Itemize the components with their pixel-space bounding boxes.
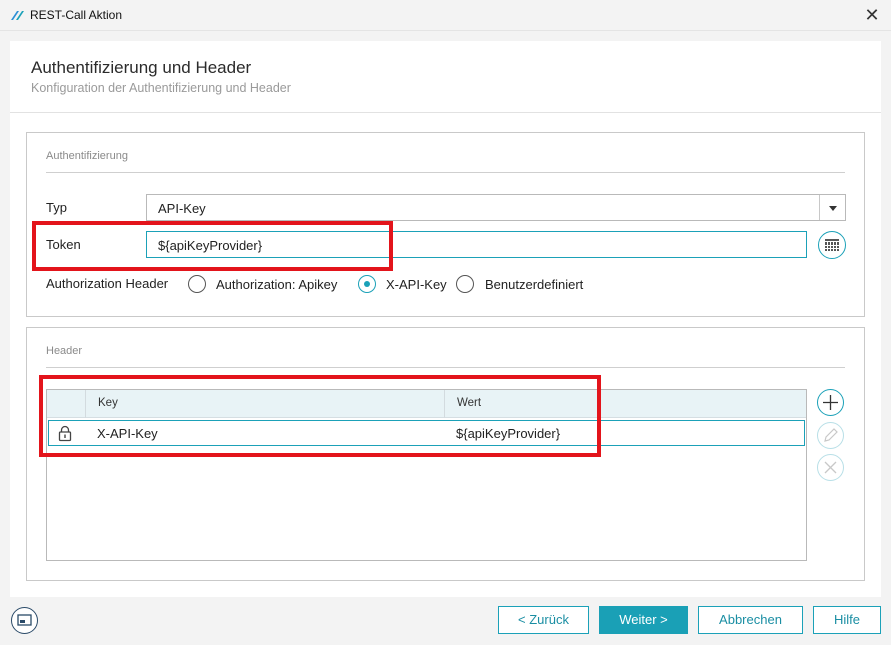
window-title: REST-Call Aktion [30, 8, 123, 22]
table-header: Key Wert [47, 390, 806, 418]
section-divider [46, 367, 845, 368]
type-select-value: API-Key [158, 201, 206, 216]
radio-authorization-apikey-label: Authorization: Apikey [216, 277, 338, 292]
next-button[interactable]: Weiter > [599, 606, 688, 634]
provider-picker-button[interactable] [818, 231, 846, 259]
close-icon[interactable]: ✕ [858, 4, 886, 26]
radio-benutzerdefiniert-label: Benutzerdefiniert [485, 277, 584, 292]
lock-icon [58, 425, 72, 442]
back-button[interactable]: < Zurück [498, 606, 589, 634]
title-bar: REST-Call Aktion ✕ [0, 0, 891, 31]
column-divider [85, 390, 86, 418]
column-header-wert[interactable]: Wert [457, 397, 481, 409]
page-title: Authentifizierung und Header [31, 58, 252, 77]
authentication-group: Authentifizierung Typ API-Key Token ${ap… [26, 132, 865, 317]
chevron-down-icon[interactable] [819, 195, 845, 220]
wizard-header: Authentifizierung und Header Konfigurati… [10, 41, 881, 113]
header-section-title: Header [46, 345, 83, 357]
window-icon [17, 614, 32, 626]
radio-x-api-key[interactable] [358, 275, 376, 293]
provider-grid-icon [825, 239, 839, 251]
token-input[interactable]: ${apiKeyProvider} [146, 231, 807, 258]
header-group: Header Key Wert X-API-Key ${apiKeyProvid… [26, 327, 865, 581]
type-label: Typ [46, 200, 67, 215]
wizard-content: Authentifizierung Typ API-Key Token ${ap… [10, 113, 881, 597]
row-key: X-API-Key [97, 426, 158, 441]
authentication-section-title: Authentifizierung [46, 150, 128, 162]
add-header-button[interactable] [817, 389, 844, 416]
section-divider [46, 172, 845, 173]
page-subtitle: Konfiguration der Authentifizierung und … [31, 81, 291, 95]
token-input-value: ${apiKeyProvider} [158, 238, 263, 253]
column-divider [444, 390, 445, 418]
row-value: ${apiKeyProvider} [456, 426, 561, 441]
radio-benutzerdefiniert[interactable] [456, 275, 474, 293]
radio-x-api-key-label: X-API-Key [386, 277, 447, 292]
close-icon [824, 461, 837, 474]
delete-header-button[interactable] [817, 454, 844, 481]
column-header-key[interactable]: Key [98, 397, 118, 409]
cancel-button[interactable]: Abbrechen [698, 606, 803, 634]
table-row[interactable]: X-API-Key ${apiKeyProvider} [48, 420, 805, 446]
help-button[interactable]: Hilfe [813, 606, 881, 634]
token-label: Token [46, 237, 81, 252]
type-select[interactable]: API-Key [146, 194, 846, 221]
edit-header-button[interactable] [817, 422, 844, 449]
authorization-header-label: Authorization Header [46, 276, 169, 291]
header-table: Key Wert X-API-Key ${apiKeyProvider} [46, 389, 807, 561]
app-logo-icon [11, 11, 24, 20]
plus-icon [823, 395, 838, 410]
window-mode-button[interactable] [11, 607, 38, 634]
pencil-icon [824, 428, 838, 442]
radio-authorization-apikey[interactable] [188, 275, 206, 293]
